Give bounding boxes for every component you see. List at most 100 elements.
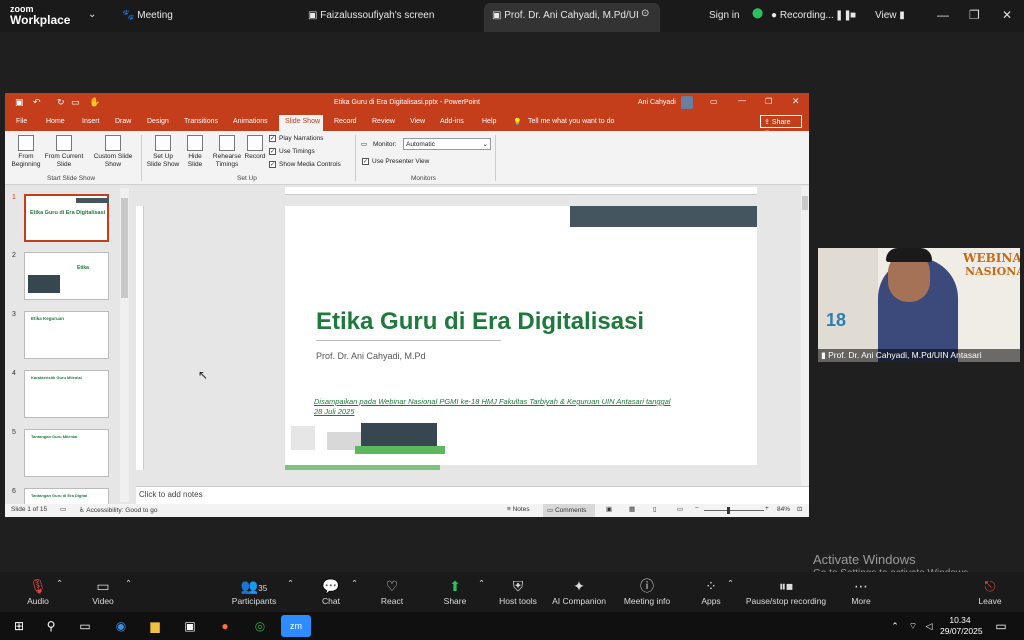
tab-slide-show[interactable]: Slide Show [279,115,323,131]
chevron-down-icon[interactable]: ⌄ [88,9,96,20]
zoom-slider-thumb[interactable] [727,507,730,514]
ppt-restore-icon[interactable]: ❐ [765,97,772,106]
tab-shared-screen[interactable]: ▣ Faizalussoufiyah's screen [308,10,434,21]
slide-thumbnail-5[interactable]: Tantangan Guru Milenial [24,429,109,477]
slide-thumbnail-6[interactable]: Tantangan Guru di Era Digital [24,488,109,504]
chevron-up-icon[interactable]: ⌃ [56,578,63,589]
react-button[interactable]: ♡ React [376,576,408,606]
scrollbar-thumb[interactable] [802,196,808,210]
slide-sorter-icon[interactable]: ▦ [629,505,635,513]
avatar[interactable] [681,96,693,109]
presenter-view-checkbox[interactable]: ✓ Use Presenter View [362,158,429,165]
host-tools-button[interactable]: ⛨ Host tools [496,576,540,606]
meeting-info-button[interactable]: ⓘ Meeting info [620,576,674,606]
ppt-minimize-icon[interactable]: — [738,96,746,105]
apps-button[interactable]: ⁘ Apps [696,576,726,606]
setup-show-button[interactable]: Set Up Slide Show [145,135,181,169]
tab-draw[interactable]: Draw [115,118,131,125]
fit-slide-icon[interactable]: ⊡ [797,505,802,513]
tab-transitions[interactable]: Transitions [184,118,218,125]
monitor-select[interactable]: Automatic ⌄ [403,138,491,150]
chevron-up-icon[interactable]: ⌃ [125,578,132,589]
slideshow-view-icon[interactable]: ▭ [677,505,683,513]
zoom-slider[interactable] [704,510,764,511]
slide-thumbnail-2[interactable]: Etika [24,252,109,300]
restore-icon[interactable]: ❐ [969,8,980,22]
save-icon[interactable]: ▣ [15,97,24,108]
ai-companion-button[interactable]: ✦ AI Companion [550,576,608,606]
search-icon[interactable]: ⚲ [42,617,60,635]
audio-button[interactable]: 🎙 Audio [22,576,54,606]
chevron-up-icon[interactable]: ⌃ [351,578,358,589]
tab-insert[interactable]: Insert [82,118,100,125]
show-media-checkbox[interactable]: ✓ Show Media Controls [269,161,341,168]
leave-button[interactable]: ⎋ Leave [974,576,1006,606]
ppt-close-icon[interactable]: ✕ [792,96,800,107]
clock[interactable]: 10.34 29/07/2025 [940,615,983,637]
presenter-video-tile[interactable]: WEBINAR NASIONAL 18 ▮ Prof. Dr. Ani Cahy… [818,248,1020,362]
edge-icon[interactable]: ◉ [112,617,130,635]
zoom-taskbar-icon[interactable]: zm [281,615,311,637]
firefox-icon[interactable]: ● [216,617,234,635]
slide-thumbnail-1[interactable]: Etika Guru di Era Digitalisasi [24,194,109,242]
notes-button[interactable]: ≡ Notes [507,506,530,513]
from-beginning-button[interactable]: From Beginning [9,135,43,169]
video-button[interactable]: ▭ Video [86,576,120,606]
sign-in-button[interactable]: Sign in [709,10,740,21]
more-options-icon[interactable]: ⊙ [641,8,649,19]
chevron-up-icon[interactable]: ⌃ [478,578,485,589]
slide-thumbnail-4[interactable]: Karakteristik Guru Milenial [24,370,109,418]
windows-start-icon[interactable]: ⊞ [10,617,28,635]
chrome-icon[interactable]: ◎ [251,617,269,635]
share-button[interactable]: ⇪ Share ⌄ [760,115,802,134]
rehearse-button[interactable]: Rehearse Timings [211,135,243,169]
chat-button[interactable]: 💬 Chat [316,576,346,606]
use-timings-checkbox[interactable]: ✓ Use Timings [269,148,315,155]
spellcheck-icon[interactable]: ▭ [60,505,66,513]
editor-scrollbar[interactable] [801,186,809,486]
participants-button[interactable]: 👥35 Participants [228,576,280,606]
undo-icon[interactable]: ↶ [33,97,41,108]
close-icon[interactable]: ✕ [1002,8,1012,22]
tab-animations[interactable]: Animations [233,118,268,125]
ribbon-display-icon[interactable]: ▭ [710,97,718,106]
slide-thumbnail-3[interactable]: Etika Keguruan [24,311,109,359]
scrollbar-thumb[interactable] [121,198,128,298]
more-button[interactable]: ⋯ More [846,576,876,606]
reading-view-icon[interactable]: ▯ [653,505,657,513]
touch-mode-icon[interactable]: ✋ [89,97,100,108]
tab-file[interactable]: File [16,118,27,125]
tab-home[interactable]: Home [46,118,65,125]
minimize-icon[interactable]: — [937,8,949,22]
chevron-up-icon[interactable]: ⌃ [287,578,294,589]
tab-presenter-screen[interactable]: ▣ Prof. Dr. Ani Cahyadi, M.Pd/UIN A [492,10,638,21]
hide-slide-button[interactable]: Hide Slide [183,135,207,169]
tab-addins[interactable]: Add-ins [440,118,464,125]
tab-view[interactable]: View [410,118,425,125]
zoom-out-icon[interactable]: − [695,505,699,512]
store-icon[interactable]: ▣ [181,617,199,635]
zoom-level[interactable]: 84% [777,506,790,513]
tab-review[interactable]: Review [372,118,395,125]
custom-show-button[interactable]: Custom Slide Show [91,135,135,169]
play-narrations-checkbox[interactable]: ✓ Play Narrations [269,135,323,142]
meeting-menu[interactable]: 🐾 Meeting [122,10,173,21]
tab-record[interactable]: Record [334,118,357,125]
task-view-icon[interactable]: ▭ [76,617,94,635]
notes-pane[interactable]: Click to add notes [136,486,809,504]
zoom-in-icon[interactable]: + [765,505,769,512]
chevron-up-icon[interactable]: ⌃ [886,617,904,635]
share-screen-button[interactable]: ⬆ Share [438,576,472,606]
redo-icon[interactable]: ↻ [57,97,65,108]
file-explorer-icon[interactable]: ▆ [146,617,164,635]
tab-help[interactable]: Help [482,118,496,125]
tab-design[interactable]: Design [147,118,169,125]
view-button[interactable]: View ▮ [875,10,905,21]
notifications-icon[interactable]: ▭ [992,617,1010,635]
comments-button[interactable]: ▭ Comments [543,504,595,517]
accessibility-status[interactable]: ♿ Accessibility: Good to go [79,506,157,514]
tell-me-search[interactable]: Tell me what you want to do [528,118,614,125]
normal-view-icon[interactable]: ▣ [606,505,612,513]
pause-stop-recording-button[interactable]: ⏸⏹ Pause/stop recording [742,576,830,606]
chevron-up-icon[interactable]: ⌃ [727,578,734,589]
